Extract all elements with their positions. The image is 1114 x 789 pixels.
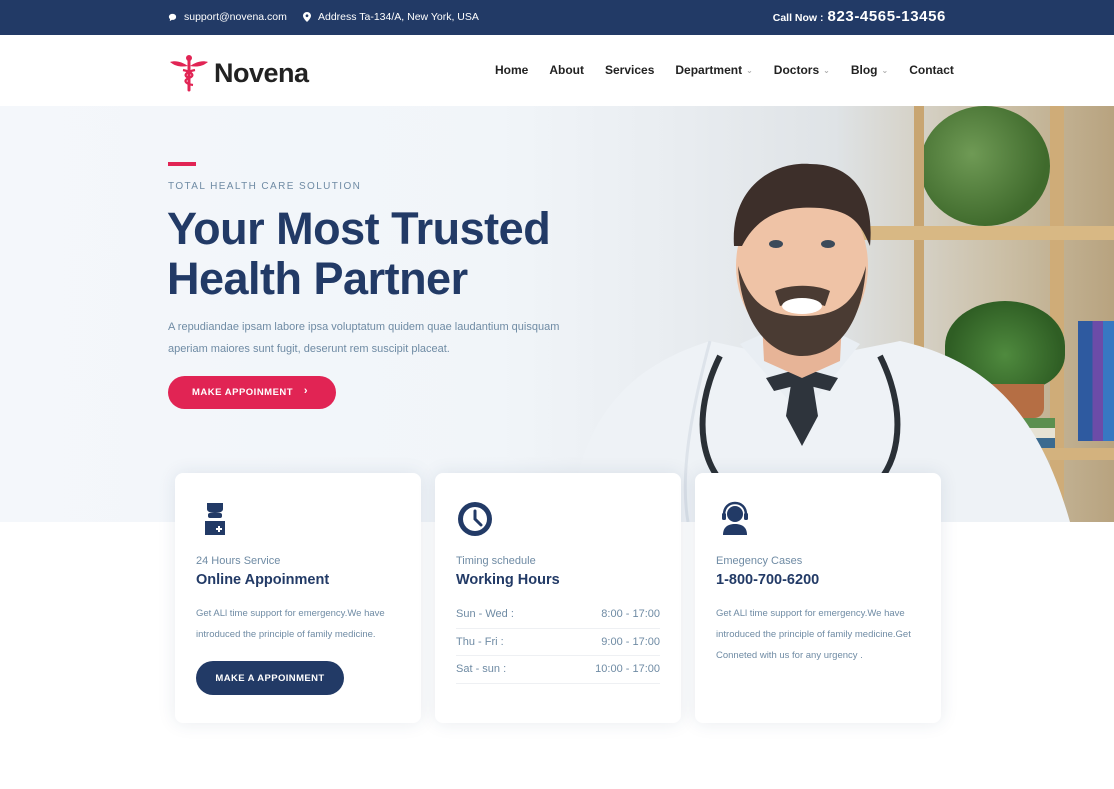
hours-time: 8:00 - 17:00 (601, 608, 660, 620)
hours-time: 9:00 - 17:00 (601, 635, 660, 648)
card-subtitle: Emegency Cases (716, 555, 803, 567)
hours-day: Sun - Wed : (456, 608, 514, 620)
working-hours-list: Sun - Wed : 8:00 - 17:00 Thu - Fri : 9:0… (456, 601, 660, 684)
chevron-down-icon: ⌄ (823, 65, 830, 75)
hero-kicker: TOTAL HEALTH CARE SOLUTION (168, 181, 362, 192)
nav-about[interactable]: About (549, 63, 584, 77)
card-text: Get ALl time support for emergency.We ha… (196, 608, 385, 640)
hours-day: Sat - sun : (456, 663, 507, 675)
hours-day: Thu - Fri : (456, 635, 504, 648)
card-subtitle: Timing schedule (456, 555, 536, 567)
caduceus-icon (170, 55, 208, 92)
email-text: support@novena.com (184, 11, 287, 23)
chevron-down-icon: ⌄ (746, 65, 753, 75)
hours-row: Sun - Wed : 8:00 - 17:00 (456, 601, 660, 629)
clock-icon (458, 502, 492, 536)
nav-department[interactable]: Department ⌄ (675, 63, 752, 77)
hero-description: A repudiandae ipsam labore ipsa voluptat… (168, 321, 560, 355)
chat-icon (168, 13, 177, 21)
hours-time: 10:00 - 17:00 (595, 663, 660, 675)
call-now[interactable]: Call Now : 823-4565-13456 (773, 8, 946, 25)
brand-name: Novena (214, 57, 309, 88)
hours-row: Sat - sun : 10:00 - 17:00 (456, 656, 660, 684)
chevron-down-icon: ⌄ (881, 65, 889, 75)
address-text: Address Ta-134/A, New York, USA (318, 11, 479, 23)
feature-card-appointment: 24 Hours Service Online Appoinment Get A… (175, 473, 421, 723)
nav-menu: Home About Services Department ⌄ Doctors ⌄… (495, 63, 975, 77)
card-text: Get ALl time support for emergency.We ha… (716, 608, 911, 661)
hero-divider (168, 162, 196, 166)
hours-row: Thu - Fri : 9:00 - 17:00 (456, 629, 660, 656)
card-title: Working Hours (456, 572, 560, 588)
call-now-label: Call Now : (772, 12, 824, 24)
chevron-right-icon: › (303, 385, 308, 397)
logo[interactable]: Novena (168, 54, 309, 92)
email-contact[interactable]: support@novena.com (168, 11, 287, 23)
nav-home[interactable]: Home (495, 63, 528, 77)
hero-button-label: MAKE APPOINMENT (192, 387, 294, 398)
doctor-icon (205, 503, 225, 535)
doctor-photo (570, 163, 1070, 522)
location-pin-icon (303, 12, 311, 22)
call-now-phone[interactable]: 823-4565-13456 (828, 8, 947, 25)
nav-contact[interactable]: Contact (909, 63, 954, 77)
hero-title: Your Most Trusted Health Partner (167, 203, 551, 304)
nav-blog[interactable]: Blog ⌄ (851, 63, 888, 77)
address-contact: Address Ta-134/A, New York, USA (303, 11, 479, 23)
card-title: Online Appoinment (196, 572, 330, 588)
make-appointment-button[interactable]: MAKE APPOINMENT › (168, 376, 336, 409)
nav-doctors[interactable]: Doctors ⌄ (774, 63, 830, 77)
feature-card-emergency: Emegency Cases 1-800-700-6200 Get ALl ti… (695, 473, 941, 723)
support-agent-icon (722, 501, 748, 535)
emergency-phone[interactable]: 1-800-700-6200 (716, 572, 819, 588)
main-navbar: Novena Home About Services Department ⌄ D… (0, 35, 1114, 106)
hero-section: TOTAL HEALTH CARE SOLUTION Your Most Tru… (0, 106, 1114, 522)
make-a-appointment-button[interactable]: MAKE A APPOINMENT (196, 661, 344, 695)
feature-card-working-hours: Timing schedule Working Hours Sun - Wed … (435, 473, 681, 723)
nav-services[interactable]: Services (605, 63, 654, 77)
card-subtitle: 24 Hours Service (196, 555, 281, 567)
top-bar: support@novena.com Address Ta-134/A, New… (0, 0, 1114, 35)
background-books (1078, 321, 1114, 441)
